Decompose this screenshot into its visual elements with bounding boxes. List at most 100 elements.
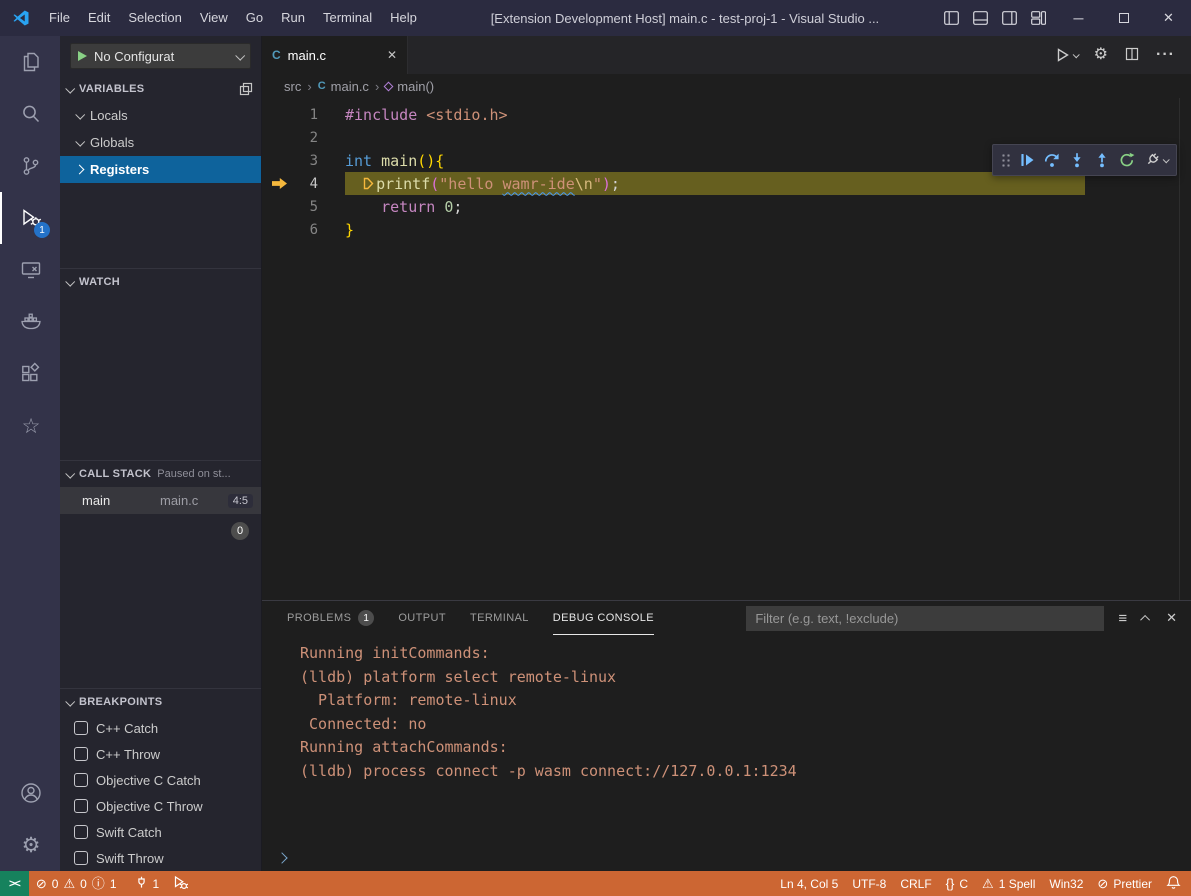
status-spell[interactable]: ⚠1 Spell: [975, 871, 1042, 896]
status-prettier[interactable]: ⊘Prettier: [1090, 871, 1159, 896]
breakpoint-row[interactable]: Swift Catch: [60, 819, 261, 845]
tab-main-c[interactable]: C main.c ✕: [262, 36, 408, 74]
scrollbar[interactable]: [1179, 98, 1191, 600]
restart-button[interactable]: [1119, 152, 1135, 168]
panel-tab-terminal[interactable]: TERMINAL: [470, 601, 529, 635]
debug-console-output[interactable]: Running initCommands:(lldb) platform sel…: [262, 635, 1191, 845]
breakpoint-row[interactable]: C++ Catch: [60, 715, 261, 741]
settings-gear-icon[interactable]: ⚙: [1094, 47, 1108, 63]
maximize-button[interactable]: [1101, 0, 1146, 36]
gear-icon: ⚙: [22, 835, 41, 856]
stack-frame-row[interactable]: main main.c 4:5: [60, 487, 261, 514]
menu-run[interactable]: Run: [272, 0, 314, 36]
breadcrumb[interactable]: src›Cmain.c›main(): [262, 74, 1191, 98]
menu-selection[interactable]: Selection: [119, 0, 190, 36]
variables-group-locals[interactable]: Locals: [60, 102, 261, 129]
breakpoint-checkbox[interactable]: [74, 851, 88, 865]
problems-status[interactable]: ⊘ 0 ⚠ 0 ⓘ 1: [29, 871, 124, 896]
debug-status[interactable]: [166, 871, 195, 896]
menu-go[interactable]: Go: [237, 0, 272, 36]
continue-button[interactable]: [1019, 152, 1035, 168]
accounts-button[interactable]: [0, 767, 60, 819]
variables-group-globals[interactable]: Globals: [60, 129, 261, 156]
activitybar-explorer[interactable]: [0, 36, 60, 88]
console-filter-input[interactable]: [746, 606, 1104, 631]
settings-button[interactable]: ⚙: [0, 819, 60, 871]
breakpoint-row[interactable]: Objective C Throw: [60, 793, 261, 819]
breakpoint-checkbox[interactable]: [74, 773, 88, 787]
code-token: [417, 106, 426, 124]
status-cursor[interactable]: Ln 4, Col 5: [773, 871, 845, 896]
split-editor-icon[interactable]: [1124, 46, 1140, 65]
breakpoint-gutter[interactable]: [272, 178, 292, 189]
breadcrumb-label: main.c: [331, 79, 369, 94]
status-encoding[interactable]: UTF-8: [845, 871, 893, 896]
toggle-panel-icon[interactable]: [973, 11, 988, 25]
toggle-secondary-sidebar-icon[interactable]: [1002, 11, 1017, 25]
ports-status[interactable]: 1: [128, 871, 167, 896]
activitybar-run-debug[interactable]: 1: [0, 192, 60, 244]
panel-tab-debug-console[interactable]: DEBUG CONSOLE: [553, 601, 654, 635]
breadcrumb-item[interactable]: main(): [385, 79, 434, 94]
step-over-button[interactable]: [1044, 152, 1060, 168]
variables-header[interactable]: VARIABLES: [60, 76, 261, 102]
current-line-arrow-icon: [272, 178, 287, 189]
breakpoint-checkbox[interactable]: [74, 799, 88, 813]
breakpoint-row[interactable]: Objective C Catch: [60, 767, 261, 793]
filter-lines-icon[interactable]: ≡: [1118, 611, 1127, 626]
close-window-button[interactable]: ✕: [1146, 0, 1191, 36]
remote-indicator[interactable]: ><: [0, 871, 29, 896]
breadcrumb-item[interactable]: src: [284, 79, 301, 94]
start-debug-icon[interactable]: [78, 51, 87, 61]
status-platform[interactable]: Win32: [1042, 871, 1090, 896]
activitybar-extensions[interactable]: [0, 348, 60, 400]
activitybar-favorites[interactable]: ☆: [0, 400, 60, 452]
minimize-button[interactable]: ─: [1056, 0, 1101, 36]
activitybar-docker[interactable]: [0, 296, 60, 348]
variables-group-registers[interactable]: Registers: [60, 156, 261, 183]
customize-layout-icon[interactable]: [1031, 11, 1046, 25]
watch-header[interactable]: WATCH: [60, 269, 261, 295]
menu-file[interactable]: File: [40, 0, 79, 36]
panel-tab-problems[interactable]: PROBLEMS1: [287, 601, 374, 635]
close-tab-icon[interactable]: ✕: [387, 48, 397, 62]
menu-edit[interactable]: Edit: [79, 0, 119, 36]
breakpoint-checkbox[interactable]: [74, 747, 88, 761]
breakpoint-row[interactable]: Swift Throw: [60, 845, 261, 871]
source-control-icon: [19, 154, 43, 178]
activitybar-source-control[interactable]: [0, 140, 60, 192]
breakpoint-row[interactable]: C++ Throw: [60, 741, 261, 767]
console-prompt-icon: [276, 852, 287, 863]
menu-terminal[interactable]: Terminal: [314, 0, 381, 36]
code-editor[interactable]: 1#include <stdio.h>23int main(){4 printf…: [262, 98, 1191, 600]
status-language[interactable]: {}C: [939, 871, 975, 896]
activitybar-search[interactable]: [0, 88, 60, 140]
status-eol[interactable]: CRLF: [893, 871, 938, 896]
toolbar-drag-handle[interactable]: [1001, 153, 1010, 167]
close-panel-icon[interactable]: ✕: [1166, 610, 1177, 626]
collapse-all-icon[interactable]: [239, 82, 253, 96]
breadcrumb-item[interactable]: Cmain.c: [318, 79, 369, 94]
step-out-button[interactable]: [1094, 152, 1110, 168]
notifications-bell[interactable]: [1159, 871, 1191, 896]
step-into-button[interactable]: [1069, 152, 1085, 168]
breakpoints-header[interactable]: BREAKPOINTS: [60, 689, 261, 715]
breakpoint-checkbox[interactable]: [74, 721, 88, 735]
panel-tab-output[interactable]: OUTPUT: [398, 601, 446, 635]
code-line[interactable]: 6}: [262, 218, 1191, 241]
call-stack-header[interactable]: CALL STACK Paused on st...: [60, 461, 261, 487]
menu-help[interactable]: Help: [381, 0, 426, 36]
debug-console-input[interactable]: [262, 845, 1191, 871]
toggle-sidebar-icon[interactable]: [944, 11, 959, 25]
run-file-button[interactable]: [1055, 47, 1078, 63]
launch-config-dropdown[interactable]: No Configurat: [70, 43, 251, 69]
code-line[interactable]: 5 return 0;: [262, 195, 1191, 218]
status-prettier-label: Prettier: [1113, 877, 1152, 891]
disconnect-button[interactable]: [1144, 152, 1168, 168]
activitybar-remote-explorer[interactable]: [0, 244, 60, 296]
code-line[interactable]: 1#include <stdio.h>: [262, 103, 1191, 126]
maximize-panel-icon[interactable]: [1140, 614, 1150, 624]
breakpoint-checkbox[interactable]: [74, 825, 88, 839]
more-actions-icon[interactable]: ···: [1156, 47, 1175, 63]
menu-view[interactable]: View: [191, 0, 237, 36]
